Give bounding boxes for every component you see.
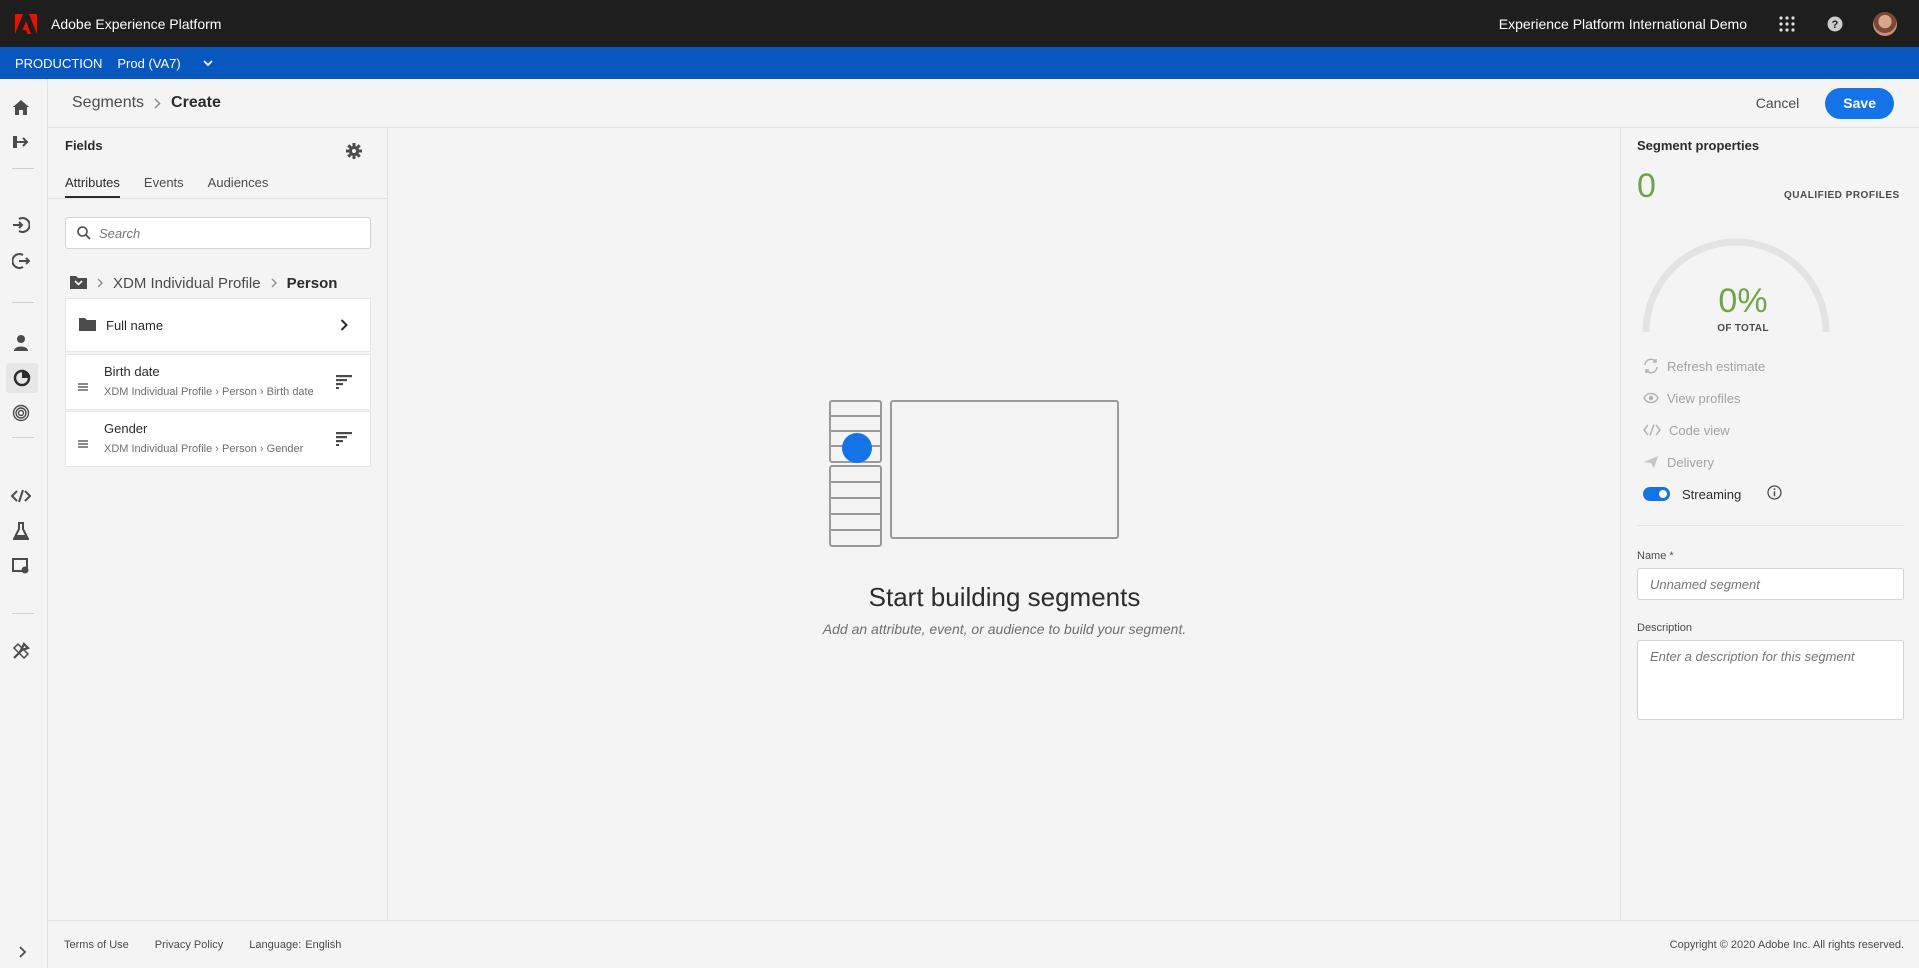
app-title[interactable]: Adobe Experience Platform xyxy=(51,16,221,32)
field-details-icon[interactable] xyxy=(336,375,352,392)
segment-properties-panel: Segment properties 0 QUALIFIED PROFILES … xyxy=(1620,128,1919,920)
chevron-down-icon[interactable] xyxy=(203,59,213,67)
chevron-right-icon xyxy=(271,278,277,288)
fields-title: Fields xyxy=(65,138,103,153)
footer: Terms of Use Privacy Policy Language: En… xyxy=(48,920,1919,968)
workflows-icon[interactable] xyxy=(10,131,32,153)
flask-icon[interactable] xyxy=(10,520,32,542)
rail-divider xyxy=(12,168,34,169)
percent-of-total: 0% xyxy=(1718,282,1768,320)
segment-canvas[interactable]: Start building segments Add an attribute… xyxy=(389,128,1620,920)
segments-icon[interactable] xyxy=(6,363,38,393)
empty-state-illustration xyxy=(829,400,1119,547)
empty-state-title: Start building segments xyxy=(868,582,1141,612)
empty-state-subtitle: Add an attribute, event, or audience to … xyxy=(822,621,1187,637)
save-button[interactable]: Save xyxy=(1825,87,1894,119)
info-icon[interactable] xyxy=(1767,485,1782,503)
chevron-right-icon xyxy=(154,97,161,109)
adobe-logo-icon[interactable] xyxy=(13,11,39,37)
delivery-action[interactable]: Delivery xyxy=(1643,452,1714,472)
field-path: XDM Individual Profile › Person › Birth … xyxy=(104,386,314,398)
code-view-action[interactable]: Code view xyxy=(1643,420,1730,440)
language-label: Language: xyxy=(249,938,302,951)
path-current: Person xyxy=(286,274,338,292)
properties-divider xyxy=(1637,525,1904,526)
rail-divider xyxy=(12,613,34,614)
destinations-icon[interactable] xyxy=(10,250,32,272)
apps-grid-icon[interactable] xyxy=(1777,14,1797,34)
search-input[interactable] xyxy=(99,225,359,241)
svg-text:?: ? xyxy=(1832,19,1839,31)
code-icon[interactable] xyxy=(10,485,32,507)
drag-handle-icon[interactable] xyxy=(78,436,88,451)
percent-label: OF TOTAL xyxy=(1717,323,1769,334)
drag-handle-icon[interactable] xyxy=(78,379,88,394)
code-icon xyxy=(1643,424,1661,436)
environment-label: PRODUCTION xyxy=(15,55,103,71)
page-header: Segments Create Cancel Save xyxy=(48,79,1919,128)
field-tabs: Attributes Events Audiences xyxy=(65,175,292,198)
folder-icon xyxy=(79,317,96,334)
settings-panel-icon[interactable] xyxy=(10,555,32,577)
field-name: Gender xyxy=(104,421,148,436)
help-icon[interactable]: ? xyxy=(1825,14,1845,34)
sandbox-name[interactable]: Prod (VA7) xyxy=(117,56,180,71)
field-attribute-item[interactable]: Gender XDM Individual Profile › Person ›… xyxy=(65,411,371,467)
description-label: Description xyxy=(1637,622,1693,634)
streaming-row: Streaming xyxy=(1643,485,1782,503)
eye-icon xyxy=(1643,392,1659,404)
tab-audiences[interactable]: Audiences xyxy=(208,175,269,198)
path-item[interactable]: XDM Individual Profile xyxy=(113,275,261,292)
refresh-estimate-action[interactable]: Refresh estimate xyxy=(1643,356,1765,376)
rail-divider xyxy=(12,302,34,303)
left-nav-rail xyxy=(0,79,48,968)
expand-rail-icon[interactable] xyxy=(12,941,34,963)
breadcrumb-current: Create xyxy=(171,94,221,111)
user-avatar[interactable] xyxy=(1873,11,1897,36)
field-details-icon[interactable] xyxy=(336,432,352,449)
top-bar: Adobe Experience Platform Experience Pla… xyxy=(0,0,1919,47)
breadcrumb-segments[interactable]: Segments xyxy=(72,94,144,112)
field-attribute-item[interactable]: Birth date XDM Individual Profile › Pers… xyxy=(65,354,371,410)
search-icon xyxy=(77,226,91,240)
chevron-right-icon[interactable] xyxy=(340,319,348,331)
gear-icon[interactable] xyxy=(346,143,362,162)
sources-icon[interactable] xyxy=(10,214,32,236)
segment-name-input[interactable] xyxy=(1637,568,1904,600)
name-label: Name * xyxy=(1637,550,1674,562)
language-link[interactable]: English xyxy=(305,939,341,951)
search-field[interactable] xyxy=(65,217,371,249)
fields-panel: Fields Attributes Events Audiences XDM I… xyxy=(48,128,388,920)
send-icon xyxy=(1644,456,1658,468)
tabs-divider xyxy=(48,198,387,199)
streaming-label: Streaming xyxy=(1682,486,1742,502)
home-icon[interactable] xyxy=(10,96,32,118)
environment-bar: PRODUCTION Prod (VA7) xyxy=(0,47,1919,79)
rail-divider xyxy=(12,437,34,438)
view-profiles-action[interactable]: View profiles xyxy=(1643,388,1740,408)
field-folder-item[interactable]: Full name xyxy=(65,298,371,352)
qualified-profiles-count: 0 xyxy=(1637,167,1656,205)
profiles-icon[interactable] xyxy=(10,331,32,353)
refresh-icon xyxy=(1644,358,1658,374)
privacy-link[interactable]: Privacy Policy xyxy=(155,939,223,951)
terms-link[interactable]: Terms of Use xyxy=(64,939,129,951)
cancel-button[interactable]: Cancel xyxy=(1756,95,1800,111)
streaming-toggle[interactable] xyxy=(1643,487,1670,501)
segment-description-input[interactable] xyxy=(1637,640,1904,720)
tools-icon[interactable] xyxy=(10,640,32,662)
properties-title: Segment properties xyxy=(1637,138,1760,153)
field-path: XDM Individual Profile › Person › Gender xyxy=(104,443,304,455)
schema-path: XDM Individual Profile Person xyxy=(70,271,337,295)
org-switcher[interactable]: Experience Platform International Demo xyxy=(1499,16,1747,32)
tab-events[interactable]: Events xyxy=(144,175,184,198)
field-name: Birth date xyxy=(104,364,160,379)
chevron-right-icon xyxy=(97,278,103,288)
copyright-text: Copyright © 2020 Adobe Inc. All rights r… xyxy=(1669,938,1904,951)
tab-attributes[interactable]: Attributes xyxy=(65,175,120,198)
identities-icon[interactable] xyxy=(10,402,32,424)
qualified-profiles-label: QUALIFIED PROFILES xyxy=(1784,190,1900,201)
field-name: Full name xyxy=(106,317,164,333)
folder-up-icon[interactable] xyxy=(70,275,87,292)
